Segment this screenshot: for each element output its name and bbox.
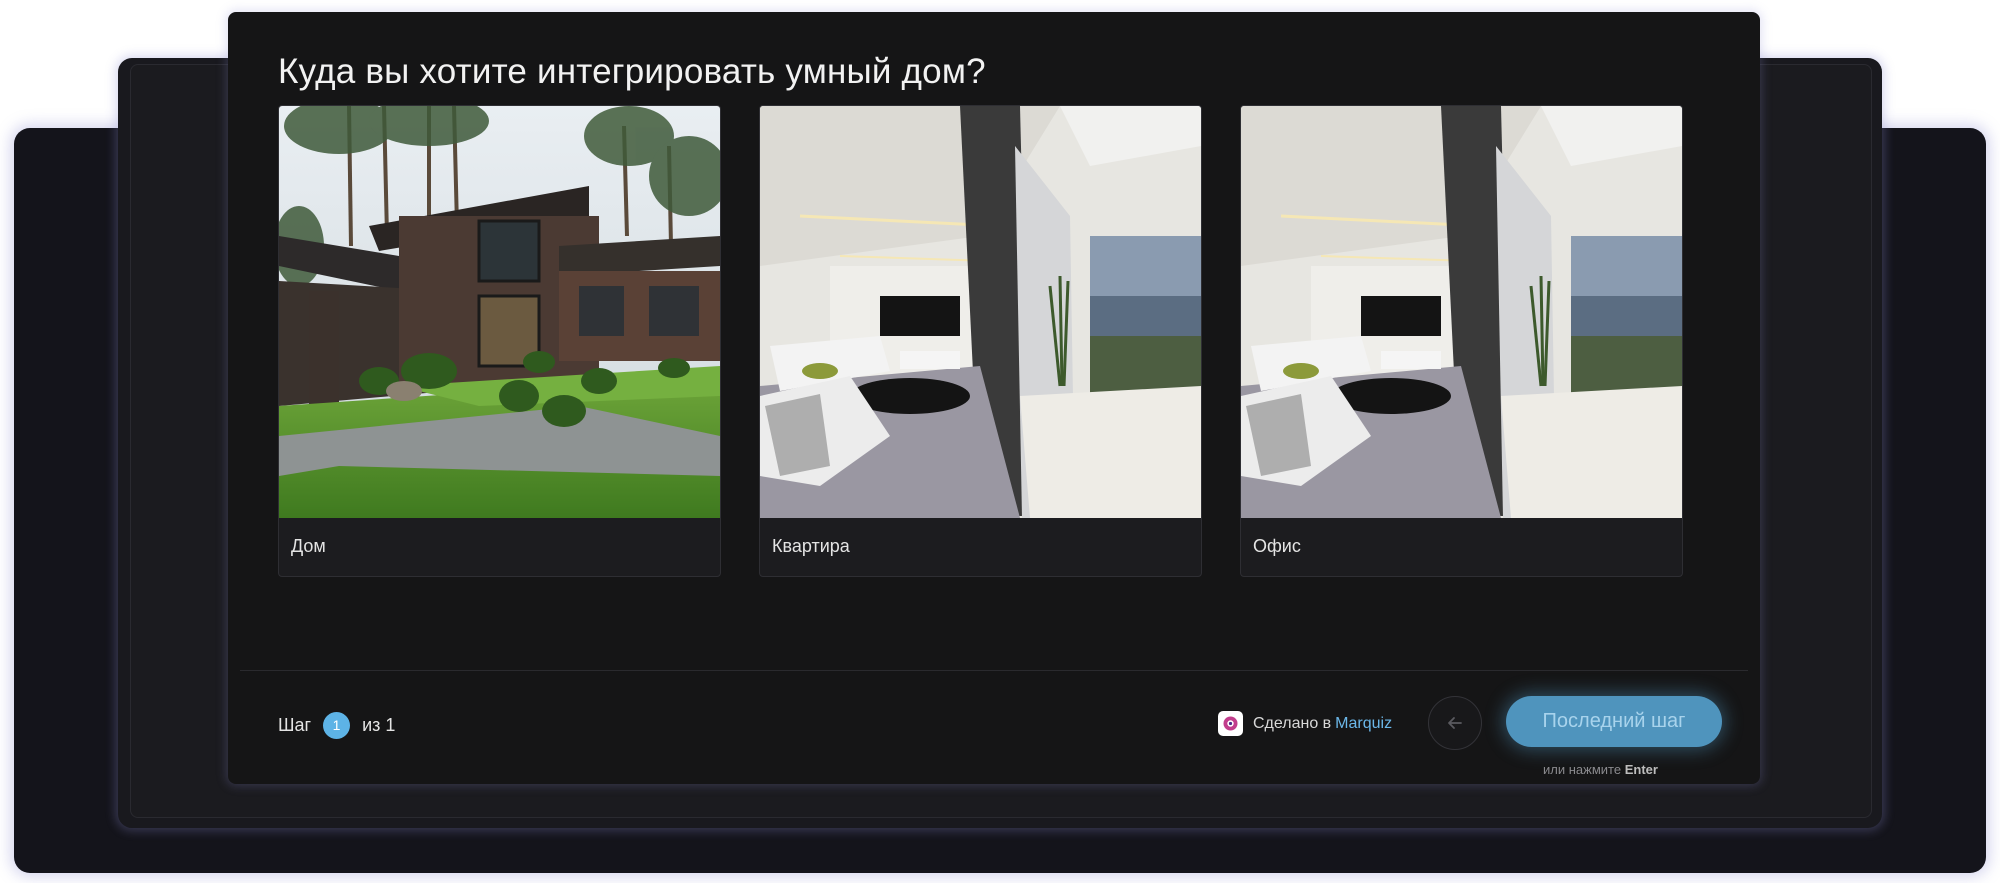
house-image [279,106,720,518]
apartment-image [760,106,1201,518]
step-current-badge: 1 [323,712,351,739]
back-button[interactable] [1428,696,1482,750]
option-card-apartment[interactable]: Квартира [759,105,1202,577]
keyboard-hint: или нажмите Enter [1543,762,1658,777]
option-card-house[interactable]: Дом [278,105,721,577]
option-card-office[interactable]: Офис [1240,105,1683,577]
step-indicator: Шаг 1 из 1 [278,712,395,739]
office-image [1241,106,1682,518]
question-title: Куда вы хотите интегрировать умный дом? [278,52,986,91]
marquiz-logo-icon [1218,711,1243,736]
made-in-marquiz: Сделано в Marquiz [1218,711,1392,736]
step-word: Шаг [278,715,312,735]
step-total: из 1 [362,715,396,735]
option-label: Квартира [772,536,850,556]
quiz-window: Куда вы хотите интегрировать умный дом? [228,12,1760,784]
quiz-footer: Шаг 1 из 1 Сделано в Marquiz Последний ш… [240,670,1748,779]
hint-key: Enter [1624,762,1658,777]
marquiz-link[interactable]: Marquiz [1335,715,1392,733]
option-label: Дом [291,536,326,556]
last-step-button[interactable]: Последний шаг [1506,696,1722,747]
hint-text: или нажмите [1543,762,1622,777]
arrow-left-icon [1448,717,1462,729]
option-label: Офис [1253,536,1301,556]
made-in-text: Сделано в [1253,714,1332,732]
